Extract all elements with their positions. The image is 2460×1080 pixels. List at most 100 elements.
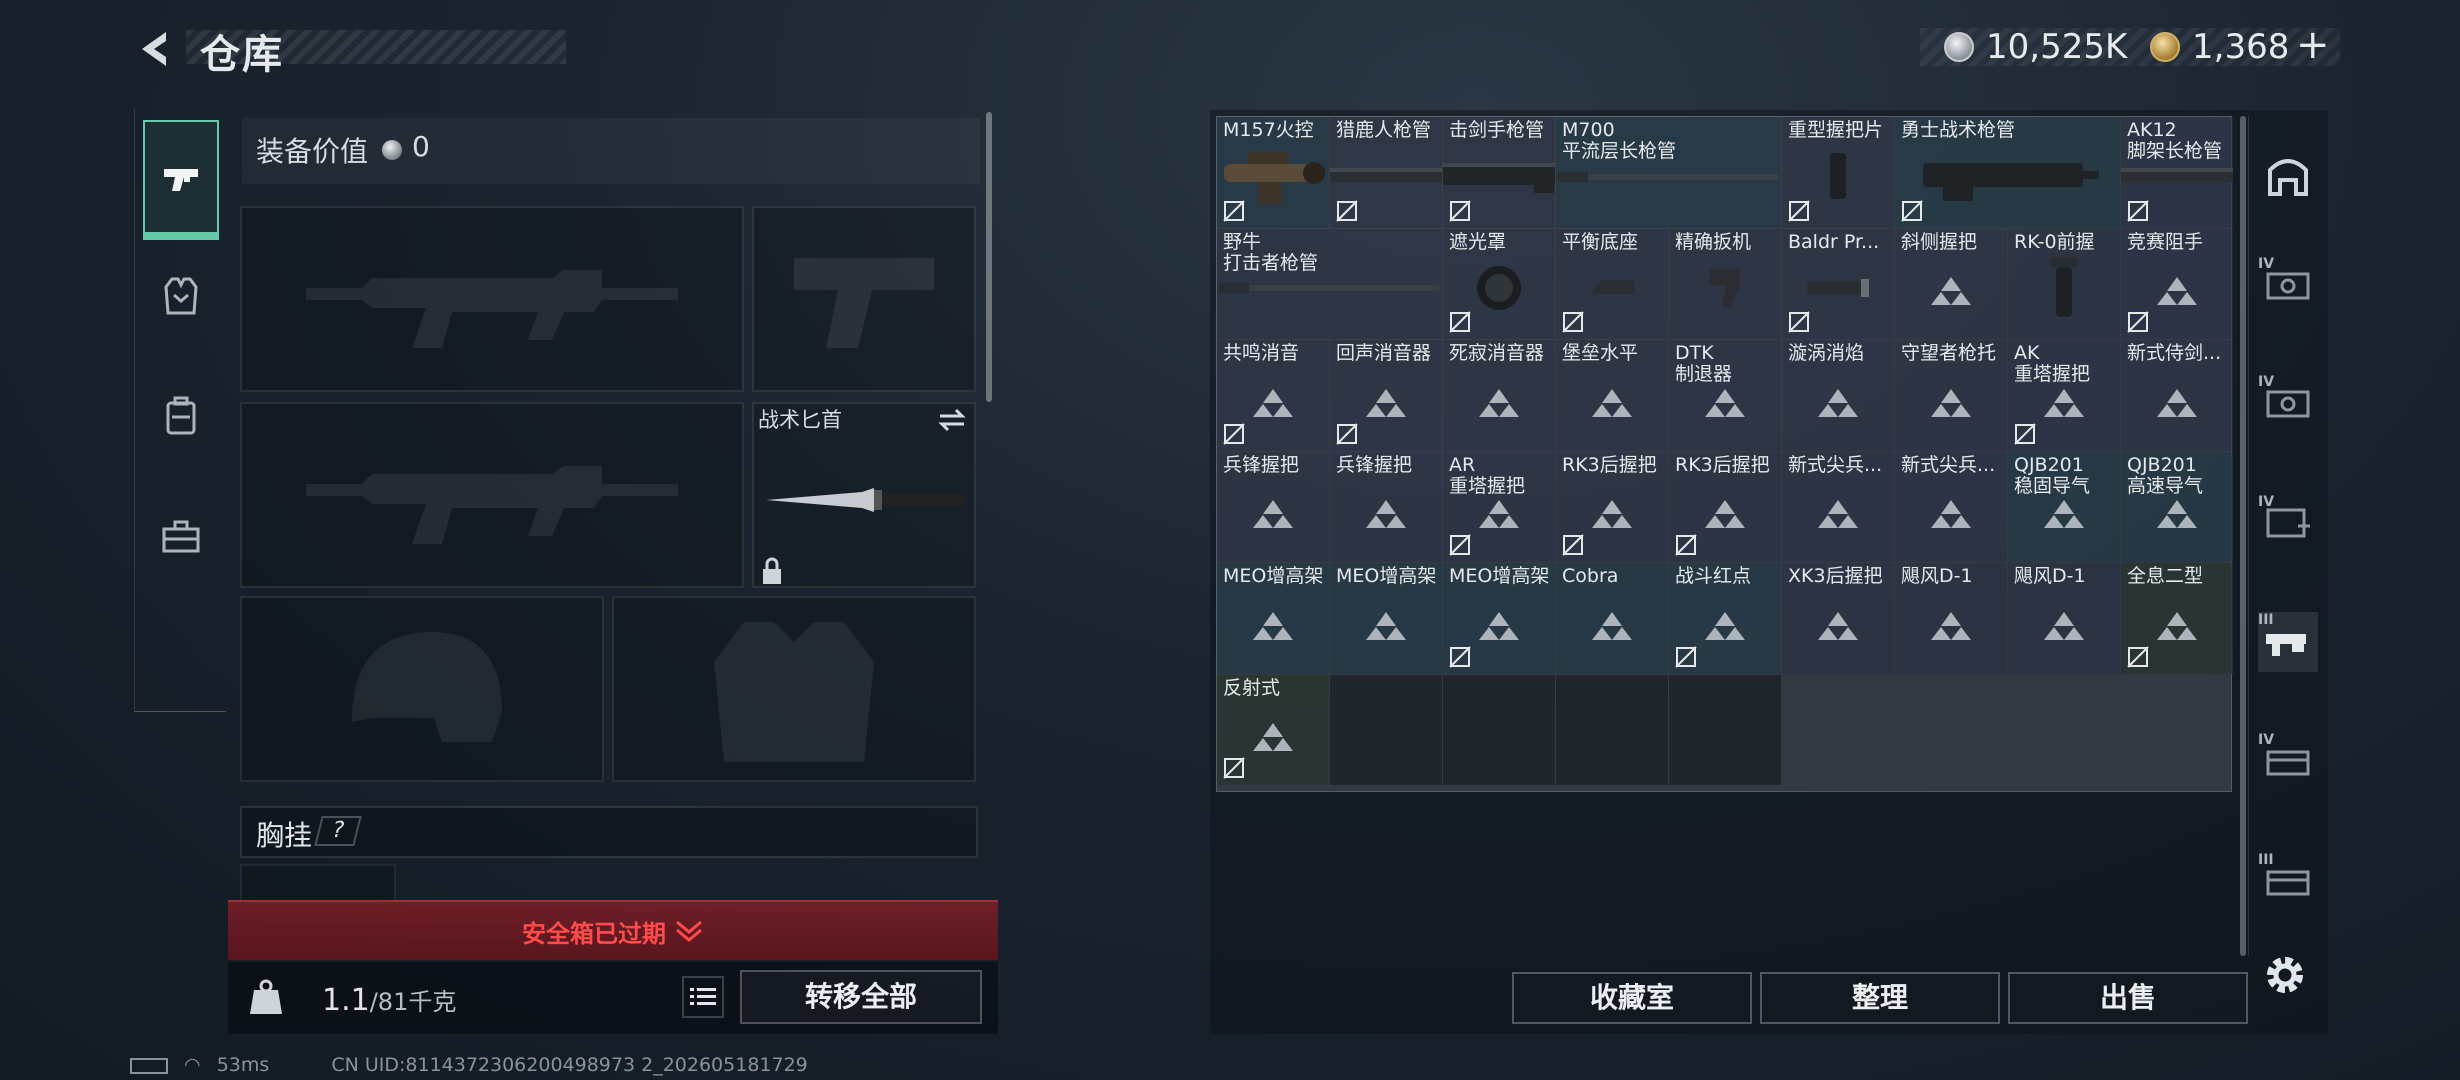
add-currency-button[interactable]: + bbox=[2296, 22, 2330, 68]
inventory-item[interactable]: 守望者枪托 bbox=[1895, 340, 2007, 451]
transfer-all-button[interactable]: 转移全部 bbox=[740, 970, 982, 1024]
inventory-item[interactable]: 共鸣消音 bbox=[1217, 340, 1329, 451]
carry-weight: 1.1/81千克 bbox=[322, 982, 456, 1018]
inventory-item[interactable]: 竞赛阻手 bbox=[2121, 228, 2233, 339]
item-name: 飓风D-1 bbox=[1901, 566, 1973, 587]
collection-room-button[interactable]: 收藏室 bbox=[1512, 972, 1752, 1024]
item-name: 新式尖兵... bbox=[1788, 454, 1883, 476]
inventory-item[interactable]: M700 平流层长枪管 bbox=[1556, 117, 1781, 228]
lock-icon bbox=[763, 557, 781, 584]
all-items-filter-button[interactable] bbox=[2258, 148, 2318, 208]
inventory-item[interactable]: AR 重塔握把 bbox=[1443, 451, 1555, 562]
nav-weapons[interactable] bbox=[143, 120, 219, 240]
inventory-item[interactable]: 野牛 打击者枪管 bbox=[1217, 228, 1442, 339]
inventory-item[interactable]: 精确扳机 bbox=[1669, 228, 1781, 339]
inventory-item[interactable]: AK12 脚架长枪管 bbox=[2121, 117, 2233, 228]
inventory-item[interactable]: 遮光罩 bbox=[1443, 228, 1555, 339]
item-name: 平衡底座 bbox=[1562, 231, 1639, 253]
inventory-item[interactable]: MEO增高架 bbox=[1330, 563, 1442, 674]
inventory-item[interactable]: AK 重塔握把 bbox=[2008, 340, 2120, 451]
inventory-item[interactable]: 猎鹿人枪管 bbox=[1330, 117, 1442, 228]
wifi-icon: ◠ bbox=[184, 1054, 201, 1076]
item-name: 飓风D-1 bbox=[2014, 566, 2086, 587]
pistol-silhouette-icon bbox=[794, 258, 934, 348]
inventory-item[interactable]: 重型握把片 bbox=[1782, 117, 1894, 228]
item-name: 守望者枪托 bbox=[1901, 343, 1997, 364]
item-name: MEO增高架 bbox=[1449, 566, 1550, 587]
inventory-item[interactable]: 新式尖兵... bbox=[1895, 451, 2007, 562]
inventory-scrollbar[interactable] bbox=[2240, 116, 2246, 956]
inventory-item[interactable]: M157火控 bbox=[1217, 117, 1329, 228]
chevron-down-icon[interactable] bbox=[674, 918, 704, 944]
loadout-scrollbar[interactable] bbox=[986, 112, 992, 402]
item-name: AK12 脚架长枪管 bbox=[2127, 120, 2223, 162]
tier-label: IV bbox=[2258, 494, 2275, 510]
inventory-item[interactable]: 新式侍剑... bbox=[2121, 340, 2233, 451]
inventory-item[interactable]: MEO增高架 bbox=[1443, 563, 1555, 674]
inventory-item[interactable]: 死寂消音器 bbox=[1443, 340, 1555, 451]
secondary-weapon-slot[interactable] bbox=[240, 402, 744, 588]
inventory-item[interactable]: Baldr Pr... bbox=[1782, 228, 1894, 339]
item-name: RK3后握把 bbox=[1675, 454, 1770, 476]
sell-button[interactable]: 出售 bbox=[2008, 972, 2248, 1024]
pistol-slot[interactable] bbox=[752, 206, 976, 392]
nav-armor[interactable] bbox=[143, 236, 219, 356]
item-name: 斜侧握把 bbox=[1901, 231, 1978, 253]
inventory-item[interactable]: 兵锋握把 bbox=[1217, 451, 1329, 562]
armor-vest-icon bbox=[164, 277, 198, 315]
primary-weapon-slot[interactable] bbox=[240, 206, 744, 392]
backpack-icon bbox=[166, 396, 196, 435]
inventory-empty-slot bbox=[1556, 674, 1668, 785]
armor-rig-filter-button[interactable]: IV bbox=[2258, 374, 2318, 434]
nav-backpack[interactable] bbox=[143, 356, 219, 476]
tier-label: IV bbox=[2258, 256, 2275, 272]
inventory-item[interactable]: QJB201 稳固导气 bbox=[2008, 451, 2120, 562]
inventory-item[interactable]: 堡垒水平 bbox=[1556, 340, 1668, 451]
inventory-item[interactable]: 漩涡消焰 bbox=[1782, 340, 1894, 451]
swap-icon[interactable] bbox=[936, 406, 968, 434]
inventory-item[interactable]: 新式尖兵... bbox=[1782, 451, 1894, 562]
list-view-button[interactable] bbox=[682, 976, 724, 1018]
battery-icon bbox=[130, 1057, 168, 1074]
page-title: 仓库 bbox=[200, 32, 284, 78]
chest-rig-help-button[interactable]: ? bbox=[314, 816, 362, 846]
item-name: Cobra bbox=[1562, 566, 1619, 587]
inventory-item[interactable]: 全息二型 bbox=[2121, 563, 2233, 674]
inventory-item[interactable]: RK3后握把 bbox=[1669, 451, 1781, 562]
armor-slot[interactable] bbox=[612, 596, 976, 782]
inventory-item[interactable]: XK3后握把 bbox=[1782, 563, 1894, 674]
sort-button[interactable]: 整理 bbox=[1760, 972, 2000, 1024]
armor-rig-filter-button[interactable]: IV bbox=[2258, 256, 2318, 316]
medical-filter-button[interactable]: IV bbox=[2258, 494, 2318, 554]
inventory-empty-slot bbox=[1330, 674, 1442, 785]
inventory-item[interactable]: 战斗红点 bbox=[1669, 563, 1781, 674]
inventory-item[interactable]: QJB201 高速导气 bbox=[2121, 451, 2233, 562]
nav-toolbox[interactable] bbox=[143, 476, 219, 596]
inventory-item[interactable]: 飓风D-1 bbox=[1895, 563, 2007, 674]
back-arrow-icon[interactable] bbox=[132, 26, 178, 72]
gear-icon[interactable] bbox=[2260, 950, 2310, 1000]
inventory-item[interactable]: 击剑手枪管 bbox=[1443, 117, 1555, 228]
gold-balance: 1,368 bbox=[2192, 27, 2290, 67]
inventory-item[interactable]: 飓风D-1 bbox=[2008, 563, 2120, 674]
inventory-item[interactable]: RK-0前握 bbox=[2008, 228, 2120, 339]
equipment-value-label: 装备价值 bbox=[256, 135, 369, 168]
inventory-item[interactable]: 勇士战术枪管 bbox=[1895, 117, 2120, 228]
inventory-item[interactable]: 兵锋握把 bbox=[1330, 451, 1442, 562]
ammo-box-filter-button[interactable]: IV bbox=[2258, 732, 2318, 792]
inventory-item[interactable]: RK3后握把 bbox=[1556, 451, 1668, 562]
inventory-item[interactable]: 回声消音器 bbox=[1330, 340, 1442, 451]
ammo-box-filter-button[interactable]: III bbox=[2258, 852, 2318, 912]
inventory-item[interactable]: DTK 制退器 bbox=[1669, 340, 1781, 451]
chest-rig-slot[interactable] bbox=[240, 864, 396, 904]
item-name: 猎鹿人枪管 bbox=[1336, 120, 1432, 141]
helmet-slot[interactable] bbox=[240, 596, 604, 782]
attachment-filter-button[interactable]: III bbox=[2258, 612, 2318, 672]
carry-weight-max: /81千克 bbox=[369, 988, 457, 1016]
inventory-item[interactable]: 斜侧握把 bbox=[1895, 228, 2007, 339]
tier-label: III bbox=[2258, 852, 2274, 868]
inventory-item[interactable]: 反射式 bbox=[1217, 674, 1329, 785]
inventory-item[interactable]: MEO增高架 bbox=[1217, 563, 1329, 674]
inventory-item[interactable]: 平衡底座 bbox=[1556, 228, 1668, 339]
inventory-item[interactable]: Cobra bbox=[1556, 563, 1668, 674]
